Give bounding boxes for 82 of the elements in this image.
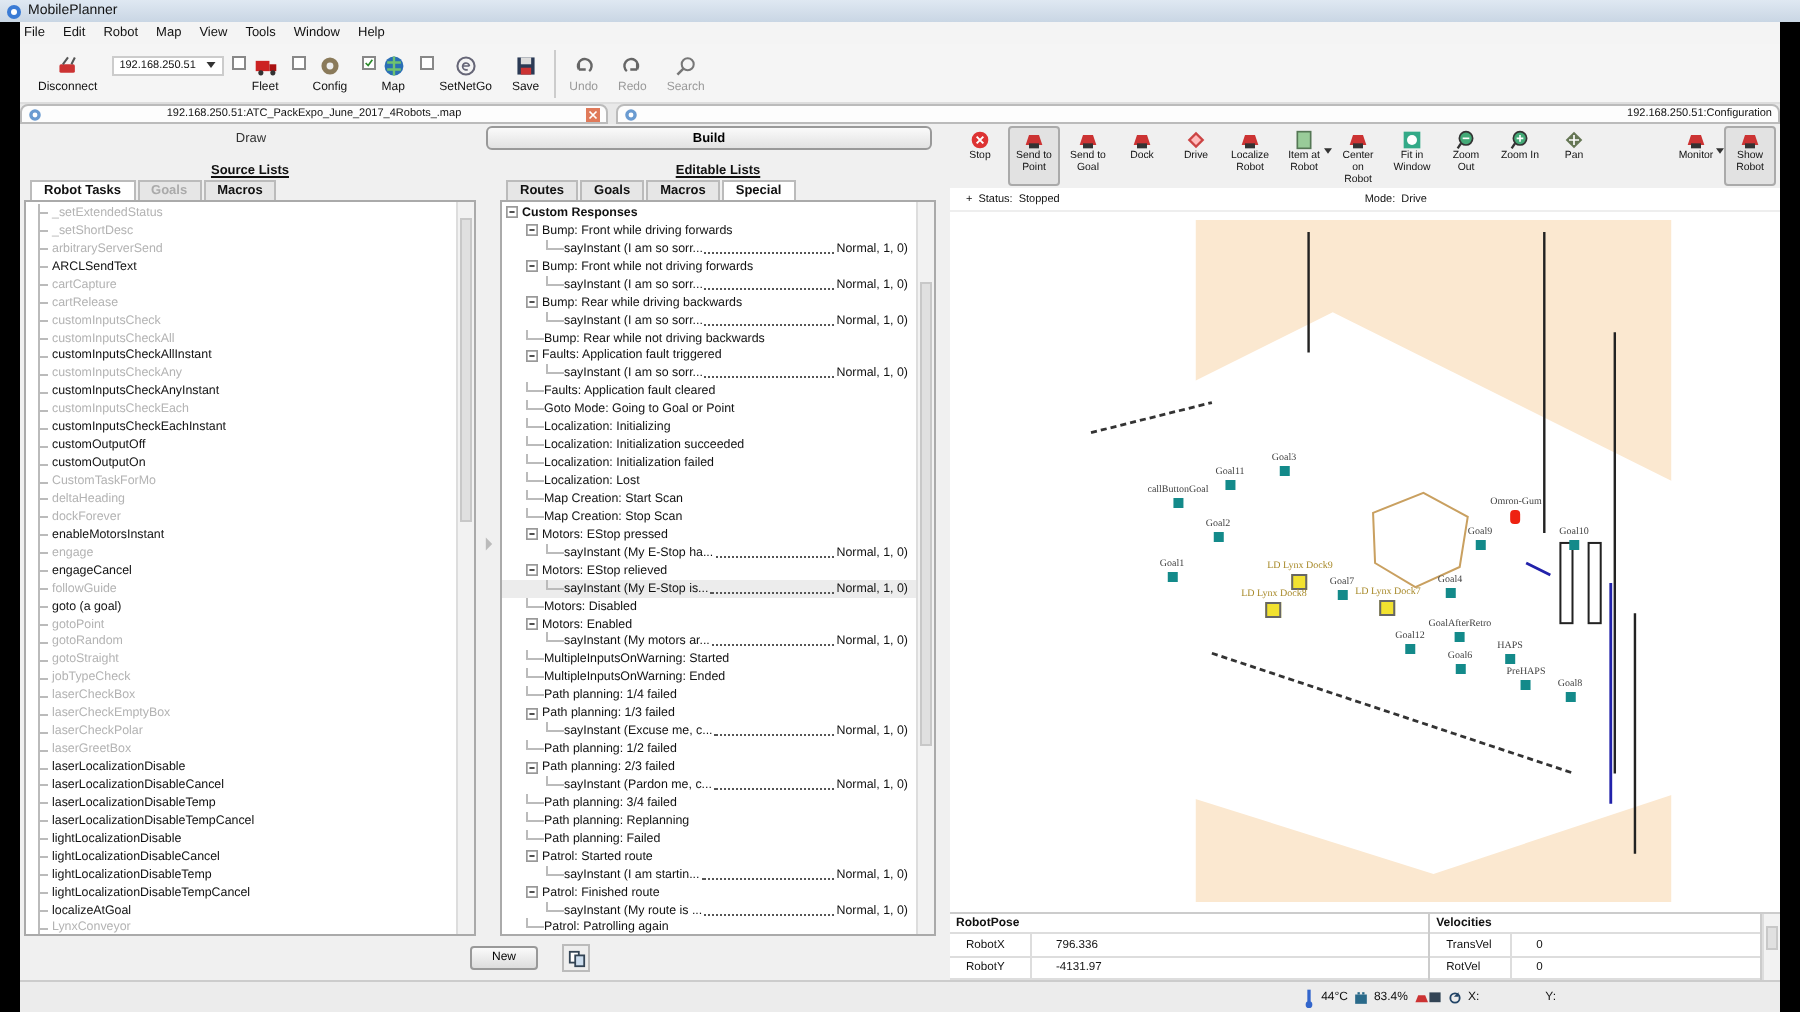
collapse-toggle-icon[interactable]: [526, 618, 538, 631]
e-letter-icon: [453, 53, 478, 77]
thermometer-icon: [1301, 987, 1316, 1007]
dropdown-caret-icon[interactable]: [1716, 148, 1724, 154]
checkbox[interactable]: [292, 55, 307, 69]
robot-icon: [1740, 130, 1760, 150]
scrollbar[interactable]: [456, 202, 474, 934]
collapse-toggle-icon[interactable]: [526, 528, 538, 541]
robot-plug-icon: [55, 53, 80, 77]
document-icon: [624, 107, 638, 121]
robot-icon: [1132, 130, 1152, 150]
map-point-marker[interactable]: [1521, 680, 1531, 690]
map-point-marker[interactable]: [1511, 510, 1521, 524]
diamond-icon: [1186, 130, 1206, 150]
robot-monitor-icon: [1413, 987, 1442, 1007]
map-point-marker[interactable]: [1445, 588, 1455, 598]
collapse-toggle-icon[interactable]: [526, 260, 538, 273]
map-point-marker[interactable]: [1380, 600, 1396, 616]
collapse-toggle-icon[interactable]: [526, 761, 538, 774]
collapse-toggle-icon[interactable]: [526, 224, 538, 237]
search-icon: [673, 53, 698, 77]
leader-line: [710, 589, 835, 594]
map-point-marker[interactable]: [1569, 540, 1579, 550]
robot-icon: [1240, 130, 1260, 150]
leader-line: [704, 374, 835, 379]
scrollbar[interactable]: [916, 202, 934, 934]
map-point-marker[interactable]: [1475, 540, 1485, 550]
collapse-toggle-icon[interactable]: [526, 850, 538, 863]
collapse-toggle-icon[interactable]: [526, 349, 538, 362]
leader-line: [714, 732, 835, 737]
checkbox[interactable]: [231, 55, 246, 69]
document-icon: [28, 107, 42, 121]
leader-line: [704, 285, 835, 290]
collapse-toggle-icon[interactable]: [526, 886, 538, 899]
close-icon[interactable]: [586, 107, 600, 121]
map-point-marker[interactable]: [1266, 602, 1282, 618]
map-point-marker[interactable]: [1279, 466, 1289, 476]
refresh-icon: [1447, 987, 1462, 1007]
map-point-marker[interactable]: [1565, 692, 1575, 702]
collapse-toggle-icon[interactable]: [526, 564, 538, 577]
collapse-toggle-icon[interactable]: [506, 206, 518, 219]
robot-icon: [1686, 130, 1706, 150]
battery-icon: [1353, 987, 1368, 1007]
gear-icon: [317, 53, 342, 77]
leader-line: [704, 321, 835, 326]
map-point-marker[interactable]: [1213, 532, 1223, 542]
map-point-marker[interactable]: [1292, 574, 1308, 590]
leader-line: [713, 785, 835, 790]
map-point-marker[interactable]: [1405, 644, 1415, 654]
checkbox[interactable]: [419, 55, 434, 69]
robot-icon: [1078, 130, 1098, 150]
leader-line: [704, 911, 835, 916]
leader-line: [711, 642, 835, 647]
pan-icon: [1564, 130, 1584, 150]
leader-line: [715, 553, 835, 558]
frame-icon: [1402, 130, 1422, 150]
redo-icon: [620, 53, 645, 77]
zoom-in-icon: [1510, 130, 1530, 150]
scrollbar[interactable]: [1762, 914, 1780, 980]
app-icon: [6, 3, 22, 19]
map-point-marker[interactable]: [1337, 590, 1347, 600]
undo-icon: [571, 53, 596, 77]
leader-line: [701, 875, 835, 880]
map-point-marker[interactable]: [1505, 654, 1515, 664]
collapse-toggle-icon[interactable]: [526, 707, 538, 720]
copy-button[interactable]: [562, 944, 590, 972]
map-point-marker[interactable]: [1173, 498, 1183, 508]
globe-icon: [381, 53, 406, 77]
map-point-marker[interactable]: [1167, 572, 1177, 582]
map-point-marker[interactable]: [1455, 664, 1465, 674]
robot-icon: [1024, 130, 1044, 150]
robot-icon: [1348, 130, 1368, 150]
dropdown-caret-icon[interactable]: [205, 62, 216, 68]
document-icon: [1294, 130, 1314, 150]
dropdown-caret-icon[interactable]: [1324, 148, 1332, 154]
stop-icon: [970, 130, 990, 150]
collapse-toggle-icon[interactable]: [526, 296, 538, 309]
zoom-out-icon: [1456, 130, 1476, 150]
leader-line: [704, 249, 835, 254]
map-point-marker[interactable]: [1225, 480, 1235, 490]
map-point-marker[interactable]: [1455, 632, 1465, 642]
checkbox[interactable]: [361, 55, 376, 69]
